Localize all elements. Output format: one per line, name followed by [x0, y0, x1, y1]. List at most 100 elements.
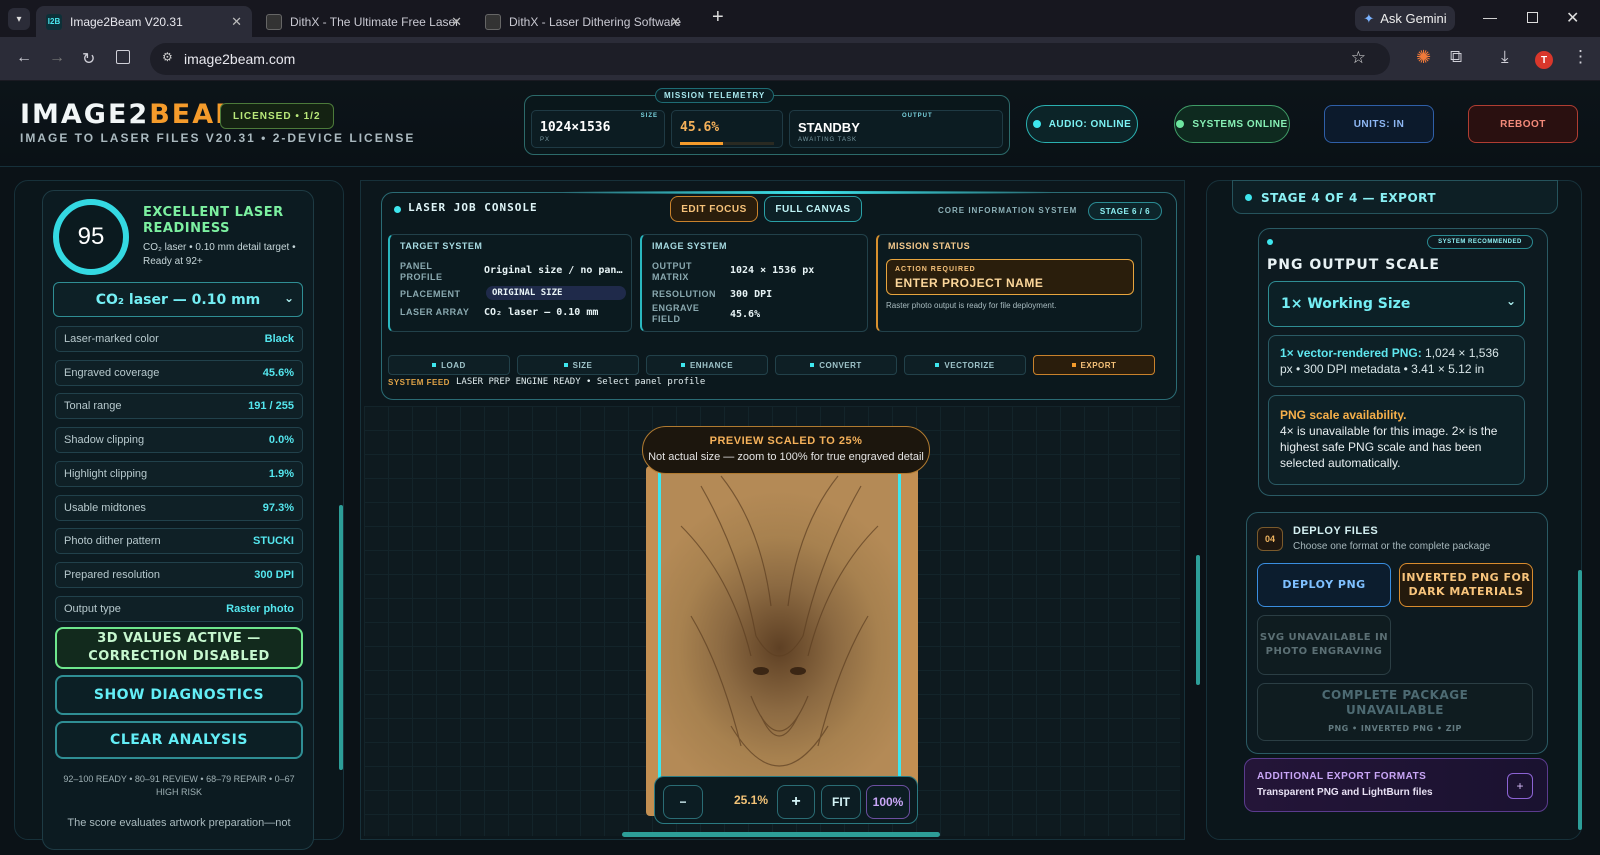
zoom-toolbar: − 25.1% + FIT 100%: [654, 776, 918, 824]
step-export-button[interactable]: EXPORT: [1033, 355, 1155, 375]
extension-orange-icon[interactable]: ✺: [1416, 47, 1431, 68]
minimize-icon[interactable]: —: [1483, 9, 1497, 25]
svg-unavailable-button: SVG UNAVAILABLE IN PHOTO ENGRAVING: [1257, 615, 1391, 675]
bookmark-star-icon[interactable]: ☆: [1351, 48, 1366, 68]
mission-note: Raster photo output is ready for file de…: [886, 301, 1057, 310]
app-logo: IMAGE2BEAM: [20, 99, 244, 130]
placement-label: PLACEMENT: [400, 289, 461, 299]
close-tab-icon[interactable]: ✕: [231, 14, 242, 30]
panel-profile-label: PANEL PROFILE: [400, 261, 443, 282]
step-label: EXPORT: [1080, 360, 1117, 370]
tab-dithx-2[interactable]: DithX - Laser Dithering Software ✕: [475, 6, 691, 37]
units-button[interactable]: UNITS: IN: [1324, 105, 1434, 143]
back-arrow-icon[interactable]: ←: [16, 49, 32, 67]
metric-label: Laser-marked color: [64, 333, 159, 345]
tab-image2beam[interactable]: I2B Image2Beam V20.31 ✕: [36, 6, 252, 37]
show-diagnostics-button[interactable]: SHOW DIAGNOSTICS: [55, 675, 303, 715]
browser-menu-icon[interactable]: ⋮: [1572, 47, 1589, 67]
forward-arrow-icon[interactable]: →: [49, 49, 65, 67]
step-label: LOAD: [441, 360, 466, 370]
image-system-title: IMAGE SYSTEM: [652, 241, 728, 251]
right-scrollbar[interactable]: [1578, 570, 1582, 830]
readiness-score: 95: [77, 223, 105, 250]
address-bar[interactable]: ⚙ image2beam.com ☆: [150, 43, 1390, 75]
metric-row: Output type Raster photo: [55, 595, 303, 622]
telemetry-sub: PX: [540, 137, 551, 143]
step-size-button[interactable]: SIZE: [517, 355, 639, 375]
zoom-100-button[interactable]: 100%: [866, 785, 910, 819]
new-tab-icon[interactable]: +: [712, 6, 724, 29]
additional-formats-plus-button[interactable]: +: [1507, 773, 1533, 799]
target-system-panel: TARGET SYSTEM PANEL PROFILE Original siz…: [388, 234, 632, 332]
full-canvas-button[interactable]: FULL CANVAS: [764, 196, 862, 222]
placement-value: ORIGINAL SIZE: [486, 286, 626, 300]
center-horizontal-scrollbar[interactable]: [622, 832, 940, 837]
left-scrollbar[interactable]: [339, 505, 343, 770]
console-top-glow: [562, 191, 1052, 194]
fit-button[interactable]: FIT: [821, 785, 861, 819]
deploy-png-button[interactable]: DEPLOY PNG: [1257, 563, 1391, 607]
extensions-puzzle-icon[interactable]: ⧉: [1450, 47, 1462, 67]
warning-title: PNG scale availability.: [1280, 408, 1407, 422]
close-tab-icon[interactable]: ✕: [451, 14, 462, 30]
step-dot-icon: [432, 363, 437, 367]
png-scale-info: 1× vector-rendered PNG: 1,024 × 1,536 px…: [1268, 335, 1525, 387]
tab-title: DithX - Laser Dithering Software: [509, 14, 681, 29]
audio-status-button[interactable]: AUDIO: ONLINE: [1026, 105, 1138, 143]
zoom-out-button[interactable]: −: [663, 785, 703, 819]
browser-toolbar: ← → ↻ ⚙ image2beam.com ☆ ✺ ⧉ ⤓ T ⋮: [0, 37, 1600, 81]
center-vertical-scrollbar[interactable]: [1196, 555, 1200, 685]
metric-label: Photo dither pattern: [64, 535, 161, 548]
3d-values-button[interactable]: 3D VALUES ACTIVE — CORRECTION DISABLED: [55, 627, 303, 669]
metric-row: Laser-marked color Black: [55, 326, 303, 352]
png-scale-warning: PNG scale availability. 4× is unavailabl…: [1268, 395, 1525, 485]
telemetry-size: SIZE 1024×1536 PX: [531, 110, 665, 148]
step-vectorize-button[interactable]: VECTORIZE: [904, 355, 1026, 375]
download-icon[interactable]: ⤓: [1501, 47, 1509, 67]
additional-formats-button[interactable]: ADDITIONAL EXPORT FORMATS Transparent PN…: [1244, 758, 1548, 812]
console-title: LASER JOB CONSOLE: [408, 201, 538, 214]
split-view-icon[interactable]: [116, 50, 130, 64]
step-load-button[interactable]: LOAD: [388, 355, 510, 375]
metric-row: Shadow clipping 0.0%: [55, 427, 303, 454]
app-header: IMAGE2BEAM LICENSED • 1/2 IMAGE TO LASER…: [0, 81, 1600, 167]
metric-row: Highlight clipping 1.9%: [55, 460, 303, 487]
metric-value: Raster photo: [226, 602, 294, 615]
project-name-input[interactable]: ACTION REQUIRED ENTER PROJECT NAME: [886, 259, 1134, 295]
close-window-icon[interactable]: ✕: [1566, 8, 1579, 28]
ask-gemini-button[interactable]: ✦ Ask Gemini: [1355, 6, 1455, 31]
zoom-in-button[interactable]: +: [777, 785, 815, 819]
step-label: VECTORIZE: [944, 360, 995, 370]
laser-profile-select[interactable]: CO₂ laser — 0.10 mm ⌄: [53, 282, 303, 317]
tab-list-dropdown-icon[interactable]: ▾: [8, 8, 30, 30]
metric-label: Highlight clipping: [64, 467, 148, 480]
profile-avatar[interactable]: T: [1535, 51, 1553, 69]
metric-row: Photo dither pattern STUCKI: [55, 528, 303, 555]
inverted-png-button[interactable]: INVERTED PNG FOR DARK MATERIALS: [1399, 563, 1533, 607]
step-convert-button[interactable]: CONVERT: [775, 355, 897, 375]
maximize-icon[interactable]: [1527, 12, 1538, 23]
reload-icon[interactable]: ↻: [82, 49, 95, 69]
tab-dithx-1[interactable]: DithX - The Ultimate Free Laser ✕: [256, 6, 472, 37]
mission-status-title: MISSION STATUS: [888, 241, 971, 251]
edit-focus-button[interactable]: EDIT FOCUS: [670, 196, 758, 222]
step-enhance-button[interactable]: ENHANCE: [646, 355, 768, 375]
step-dot-icon: [935, 363, 940, 367]
png-scale-select[interactable]: 1× Working Size ⌄: [1268, 281, 1525, 327]
laser-array-value: CO₂ laser — 0.10 mm: [484, 307, 599, 318]
deploy-title: DEPLOY FILES: [1293, 525, 1379, 537]
telemetry-key: SIZE: [640, 113, 658, 119]
close-tab-icon[interactable]: ✕: [670, 14, 681, 30]
readiness-score-ring: 95: [53, 199, 129, 275]
step-dot-icon: [1071, 363, 1076, 367]
metric-label: Tonal range: [64, 400, 122, 413]
clear-analysis-button[interactable]: CLEAR ANALYSIS: [55, 721, 303, 759]
console-status-dot: [394, 206, 401, 213]
metric-label: Engraved coverage: [64, 366, 160, 379]
resolution-label: RESOLUTION: [652, 289, 717, 299]
resolution-value: 300 DPI: [730, 289, 773, 300]
score-legend: 92–100 READY • 80–91 REVIEW • 68–79 REPA…: [63, 774, 295, 797]
readiness-title: EXCELLENT LASER READINESS: [143, 205, 284, 236]
site-info-icon[interactable]: ⚙: [162, 50, 173, 64]
reboot-button[interactable]: REBOOT: [1468, 105, 1578, 143]
